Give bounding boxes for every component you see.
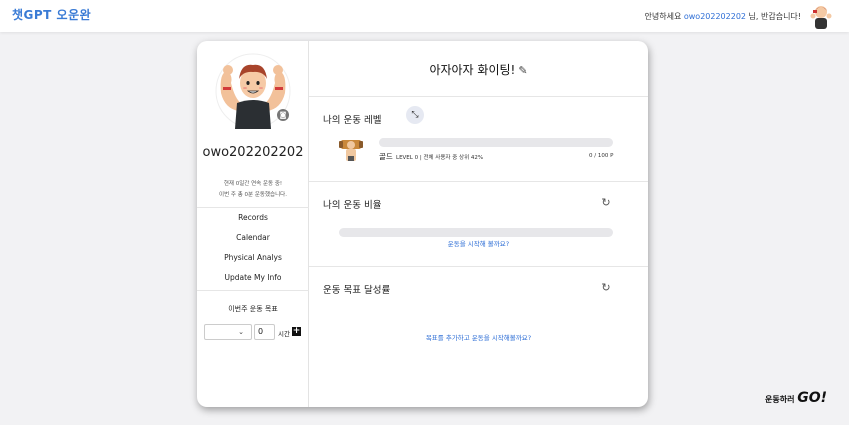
ratio-progress-bar	[339, 228, 613, 237]
level-points: 0 / 100 P	[589, 153, 614, 159]
app-logo[interactable]: 챗GPT 오운완	[12, 6, 91, 23]
menu-item-physical-analysis[interactable]: Physical Analys	[197, 253, 309, 262]
camera-icon[interactable]: ◙	[277, 109, 289, 121]
greeting-prefix: 안녕하세요	[644, 12, 684, 21]
divider	[309, 266, 648, 267]
level-progress-bar	[379, 138, 613, 147]
level-section-title: 나의 운동 레벨	[323, 115, 382, 126]
profile-sidebar: ◙ owo202202202 현재 0일간 연속 운동 중! 이번 주 총 0분…	[197, 41, 309, 407]
streak-line: 현재 0일간 연속 운동 중!	[223, 181, 283, 187]
goal-hours-unit: 시간	[278, 330, 290, 338]
menu-item-calendar[interactable]: Calendar	[197, 233, 309, 242]
brand-footer: 운동하러 GO!	[765, 390, 827, 406]
divider	[197, 207, 309, 208]
divider	[309, 96, 648, 97]
brand-go: GO!	[797, 390, 828, 406]
chevron-down-icon: ⌄	[238, 328, 244, 336]
level-info: LEVEL 0 | 전체 사용자 중 상위 42%	[396, 155, 484, 161]
greeting-username: owo202202202	[683, 12, 746, 21]
greeting-suffix: 님, 반갑습니다!	[746, 12, 801, 21]
greeting-text: 안녕하세요 owo202202202 님, 반갑습니다!	[645, 11, 801, 22]
menu-item-update-info[interactable]: Update My Info	[197, 273, 309, 282]
streak-summary: 현재 0일간 연속 운동 중! 이번 주 총 0분 운동했습니다.	[197, 179, 309, 201]
refresh-icon[interactable]: ↻	[600, 197, 612, 209]
expand-arrows-icon[interactable]: ⤡	[406, 106, 424, 124]
ratio-section-title: 나의 운동 비율	[323, 200, 382, 211]
start-exercise-link[interactable]: 운동을 시작해 볼까요?	[309, 238, 648, 248]
top-navbar: 챗GPT 오운완 안녕하세요 owo202202202 님, 반갑습니다!	[0, 0, 849, 32]
profile-card: ◙ owo202202202 현재 0일간 연속 운동 중! 이번 주 총 0분…	[197, 41, 648, 407]
stats-panel: 아자아자 화이팅! ✎ 나의 운동 레벨 ⤡ 골드 LEVEL 0 | 전체 사용…	[309, 41, 648, 407]
slogan-text: 아자아자 화이팅!	[429, 63, 516, 77]
weekly-minutes-line: 이번 주 총 0분 운동했습니다.	[219, 192, 287, 198]
brand-text: 운동하러	[765, 395, 798, 404]
profile-username: owo202202202	[202, 145, 304, 160]
menu-item-records[interactable]: Records	[197, 213, 309, 222]
level-tier: 골드	[379, 152, 393, 161]
goal-hours-input[interactable]: 0	[254, 324, 275, 340]
goal-rate-section-title: 운동 목표 달성률	[323, 285, 391, 296]
add-goal-link[interactable]: 목표를 추가하고 운동을 시작해볼까요?	[309, 332, 648, 342]
divider	[197, 290, 309, 291]
add-goal-button[interactable]: +	[292, 327, 301, 336]
weekly-goal-title: 이번주 운동 목표	[228, 305, 278, 313]
gold-medal-icon	[339, 140, 363, 161]
divider	[309, 181, 648, 182]
refresh-icon[interactable]: ↻	[600, 282, 612, 294]
goal-exercise-select[interactable]: ⌄	[204, 324, 252, 340]
slogan-heading: 아자아자 화이팅! ✎	[309, 61, 648, 78]
pencil-edit-icon[interactable]: ✎	[518, 64, 527, 77]
user-avatar-icon[interactable]	[809, 3, 833, 29]
